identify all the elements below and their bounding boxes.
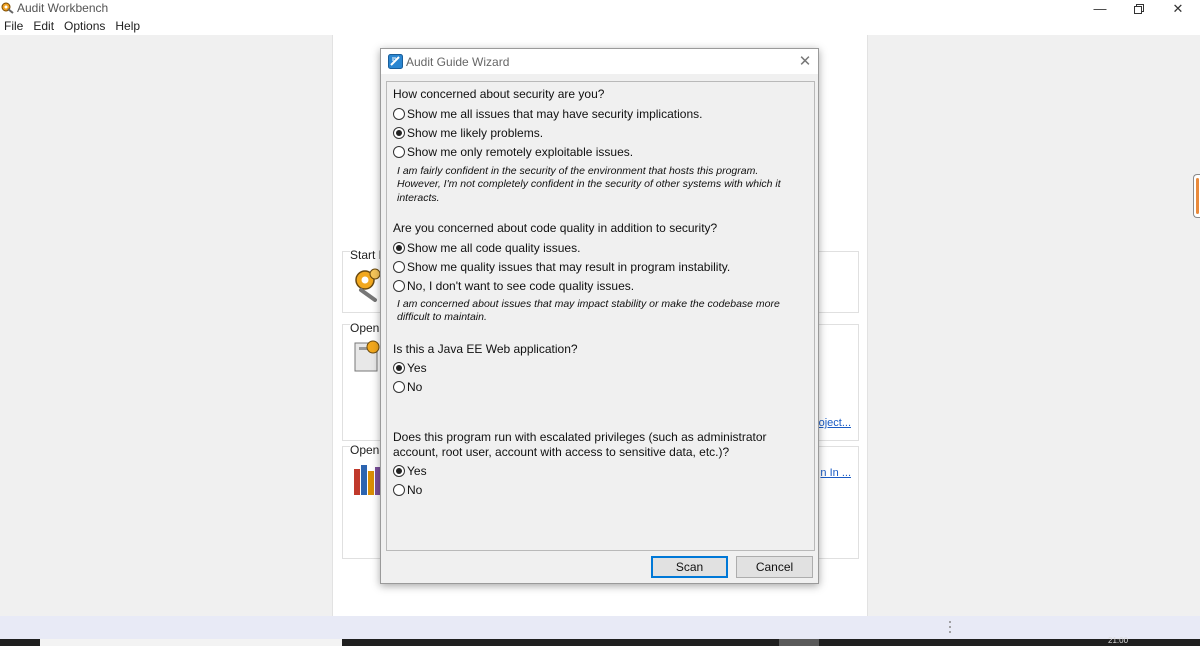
radio-button[interactable]: [393, 362, 405, 374]
radio-button[interactable]: [393, 465, 405, 477]
radio-button[interactable]: [393, 484, 405, 496]
radio-button[interactable]: [393, 242, 405, 254]
question-escalated-privileges: Does this program run with escalated pri…: [393, 430, 767, 459]
section-label: Open: [350, 443, 382, 457]
option-label: No, I don't want to see code quality iss…: [407, 279, 635, 293]
question-security-level: How concerned about security are you?: [393, 87, 605, 101]
status-bar: [0, 616, 1200, 639]
option-label: Show me likely problems.: [407, 126, 544, 140]
audit-guide-wizard-dialog: Audit Guide Wizard ✕ How concerned about…: [380, 48, 819, 584]
option-label: No: [407, 380, 423, 394]
section-label: Open: [350, 321, 382, 335]
splitter-grip-icon[interactable]: [948, 620, 952, 634]
option-label: Show me only remotely exploitable issues…: [407, 145, 634, 159]
menu-options[interactable]: Options: [59, 17, 110, 35]
side-panel-tab[interactable]: [1193, 174, 1200, 218]
scan-button[interactable]: Scan: [651, 556, 728, 578]
window-title: Audit Workbench: [17, 1, 109, 15]
menu-bar: File Edit Options Help: [0, 17, 1200, 35]
window-close-icon[interactable]: ✕: [1158, 0, 1198, 17]
option-instability-issues[interactable]: Show me quality issues that may result i…: [393, 259, 730, 275]
radio-button[interactable]: [393, 261, 405, 273]
menu-edit[interactable]: Edit: [28, 17, 59, 35]
option-java-ee-no[interactable]: No: [393, 379, 422, 395]
wizard-questions-panel: How concerned about security are you? Sh…: [386, 81, 815, 551]
radio-button[interactable]: [393, 146, 405, 158]
code-quality-description: I am concerned about issues that may imp…: [397, 298, 780, 324]
option-label: Yes: [407, 464, 427, 478]
menu-help[interactable]: Help: [110, 17, 145, 35]
question-code-quality: Are you concerned about code quality in …: [393, 221, 718, 235]
option-privileges-yes[interactable]: Yes: [393, 463, 427, 479]
open-report-link[interactable]: n In ...: [820, 467, 851, 479]
audit-workbench-app-icon: [1, 2, 14, 14]
radio-button[interactable]: [393, 280, 405, 292]
window-titlebar: Audit Workbench — ✕: [0, 0, 1200, 17]
option-label: Show me all code quality issues.: [407, 241, 581, 255]
security-level-description: I am fairly confident in the security of…: [397, 165, 781, 204]
cancel-button[interactable]: Cancel: [736, 556, 813, 578]
wizard-icon: [388, 54, 403, 69]
restore-icon[interactable]: [1119, 0, 1159, 17]
option-java-ee-yes[interactable]: Yes: [393, 360, 427, 376]
taskbar-active-app[interactable]: [779, 639, 819, 646]
radio-button[interactable]: [393, 127, 405, 139]
radio-button[interactable]: [393, 108, 405, 120]
option-label: No: [407, 483, 423, 497]
question-java-ee-web: Is this a Java EE Web application?: [393, 342, 578, 356]
option-all-quality-issues[interactable]: Show me all code quality issues.: [393, 240, 580, 256]
option-label: Yes: [407, 361, 427, 375]
taskbar: 21:00: [0, 636, 1200, 646]
menu-file[interactable]: File: [0, 17, 28, 35]
dialog-titlebar: Audit Guide Wizard ✕: [381, 49, 818, 74]
dialog-close-icon[interactable]: ✕: [795, 52, 815, 70]
dialog-title: Audit Guide Wizard: [406, 55, 510, 69]
taskbar-search-box[interactable]: [40, 639, 342, 646]
taskbar-clock: 21:00: [1108, 636, 1129, 645]
minimize-icon[interactable]: —: [1080, 0, 1120, 17]
option-label: Show me quality issues that may result i…: [407, 260, 731, 274]
option-no-quality-issues[interactable]: No, I don't want to see code quality iss…: [393, 278, 634, 294]
option-privileges-no[interactable]: No: [393, 482, 422, 498]
open-project-link[interactable]: oject...: [819, 417, 851, 429]
option-all-security-issues[interactable]: Show me all issues that may have securit…: [393, 106, 702, 122]
option-likely-problems[interactable]: Show me likely problems.: [393, 125, 543, 141]
option-label: Show me all issues that may have securit…: [407, 107, 703, 121]
option-remotely-exploitable[interactable]: Show me only remotely exploitable issues…: [393, 144, 633, 160]
radio-button[interactable]: [393, 381, 405, 393]
